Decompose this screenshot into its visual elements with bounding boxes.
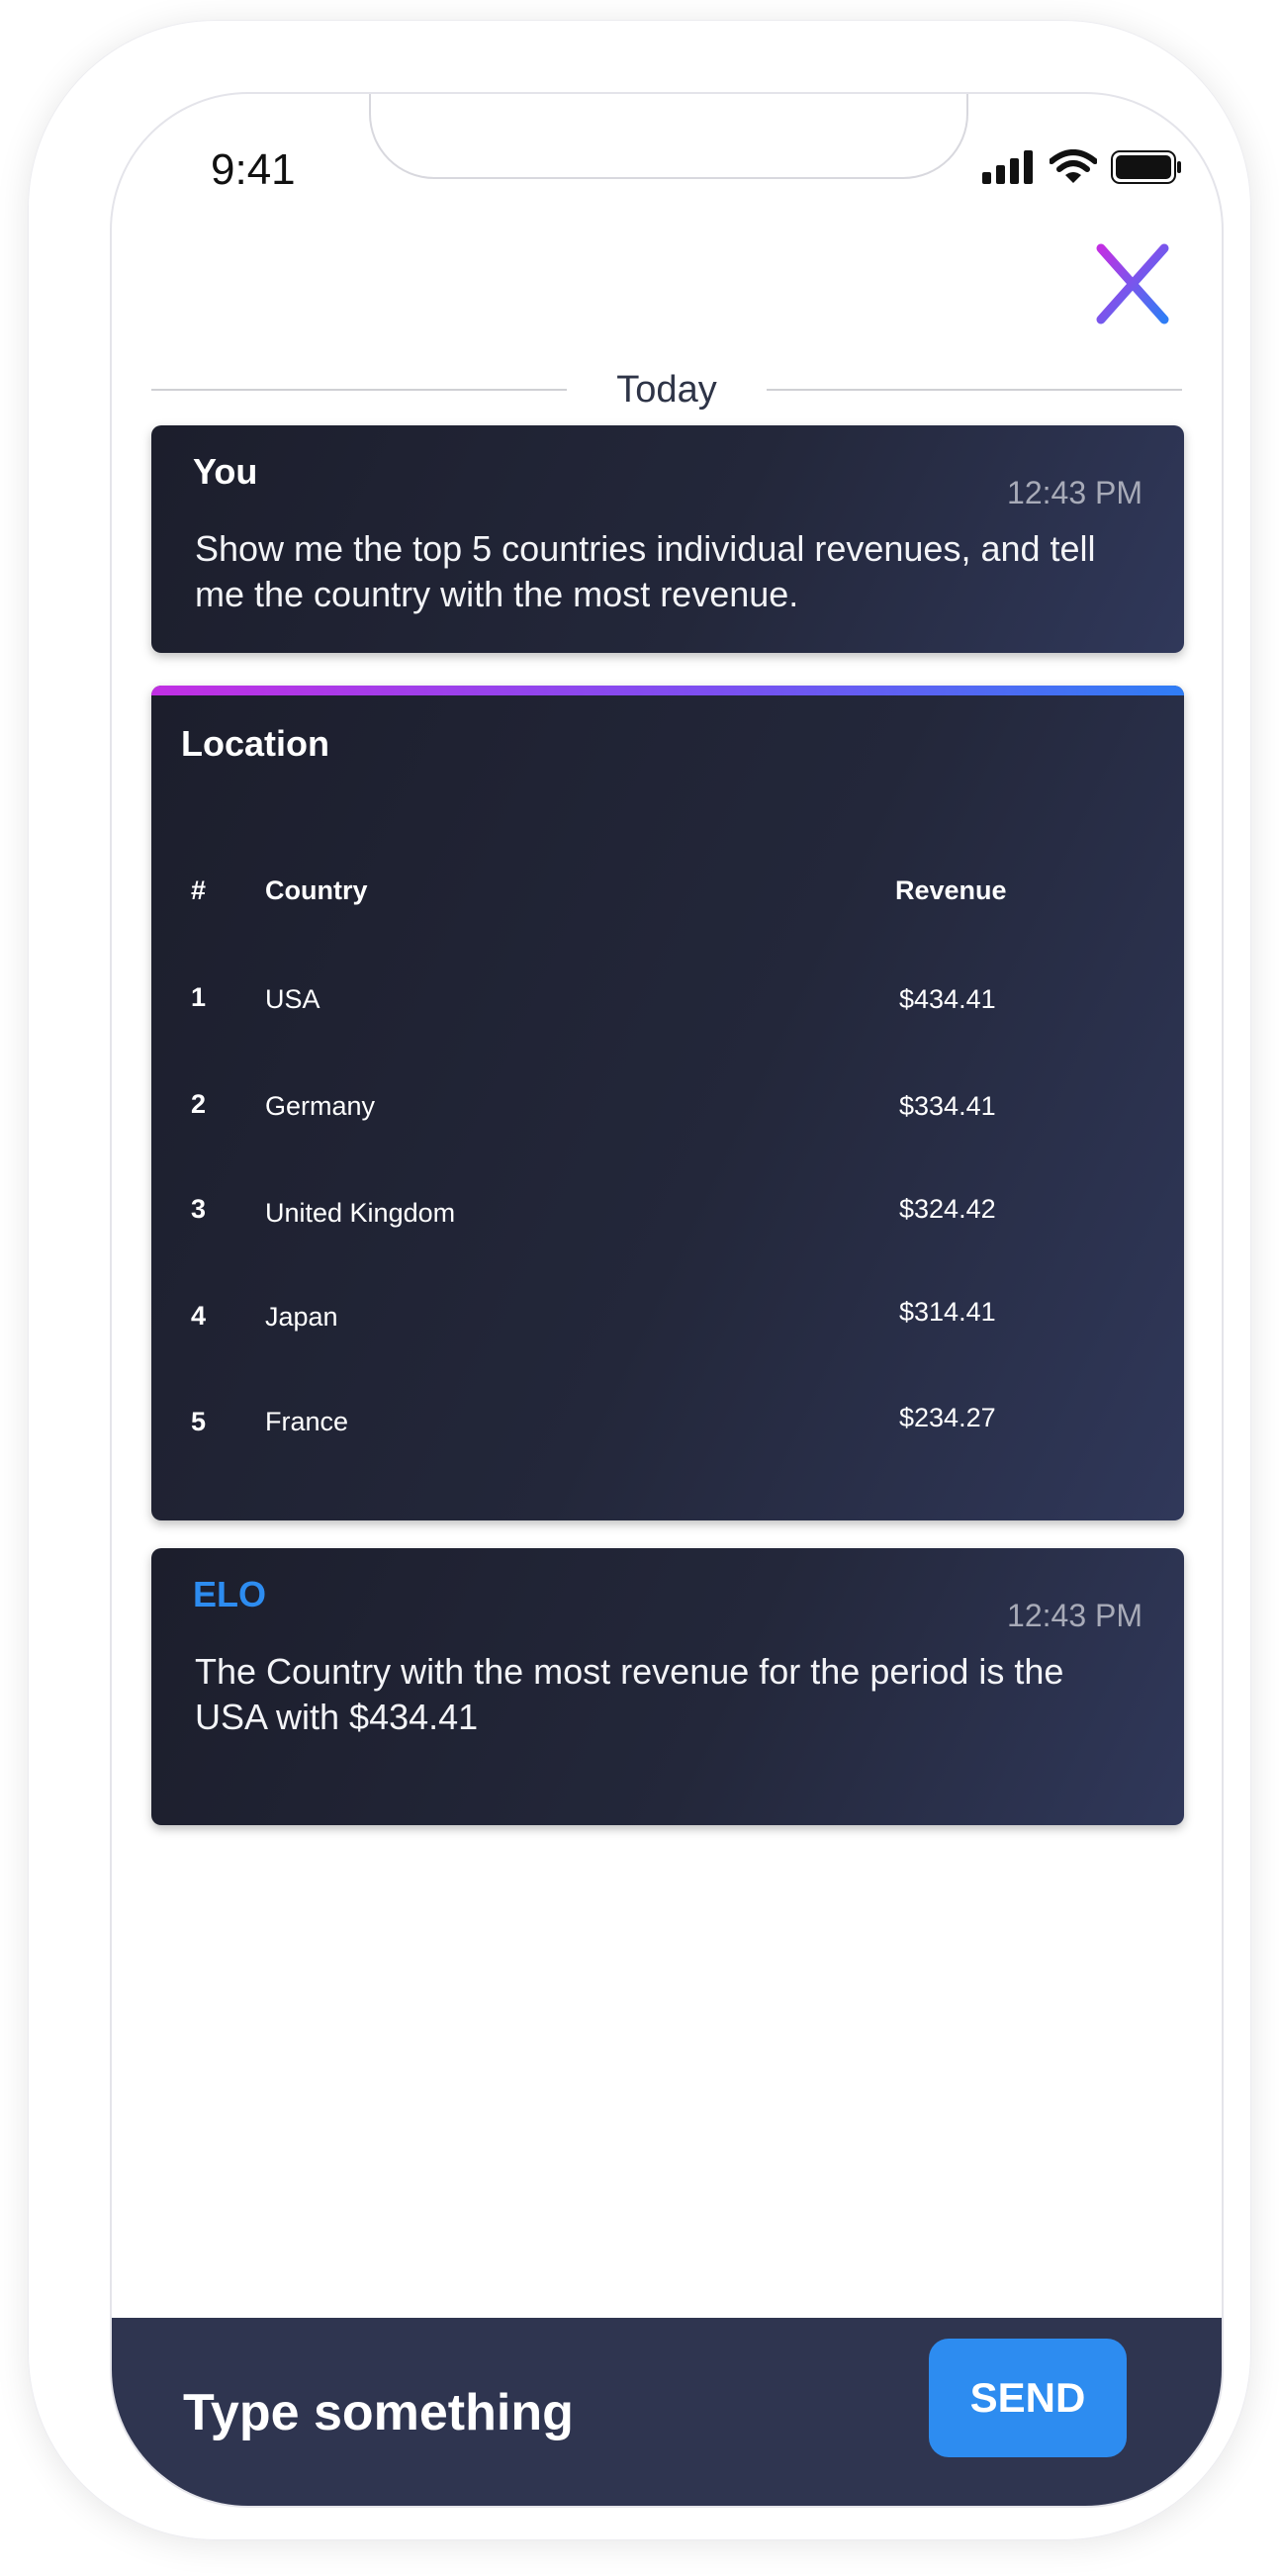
bot-message-card: ELO 12:43 PM The Country with the most r… bbox=[151, 1548, 1184, 1825]
table-cell-number: 3 bbox=[191, 1194, 207, 1224]
table-cell-country: France bbox=[265, 1407, 349, 1436]
close-icon bbox=[1096, 243, 1169, 324]
wifi-icon bbox=[1050, 149, 1097, 183]
message-text: The Country with the most revenue for th… bbox=[195, 1651, 1064, 1737]
table-title: Location bbox=[181, 723, 329, 764]
location-table-card: Location # Country Revenue 1 USA $434.41… bbox=[151, 686, 1184, 1520]
send-button[interactable]: SEND bbox=[929, 2339, 1127, 2457]
table-cell-revenue: $314.41 bbox=[899, 1297, 996, 1327]
column-header-revenue: Revenue bbox=[895, 875, 1007, 905]
table-cell-revenue: $324.42 bbox=[899, 1194, 996, 1224]
message-sender: ELO bbox=[193, 1574, 267, 1614]
status-icons bbox=[982, 149, 1182, 185]
table-cell-country: United Kingdom bbox=[265, 1198, 456, 1228]
message-time: 12:43 PM bbox=[1007, 1598, 1142, 1633]
table-cell-revenue: $434.41 bbox=[899, 984, 996, 1014]
battery-icon bbox=[1111, 150, 1181, 184]
card-accent-bar bbox=[151, 686, 1184, 695]
table-cell-number: 1 bbox=[191, 982, 207, 1012]
table-cell-number: 5 bbox=[191, 1407, 207, 1436]
message-text: Show me the top 5 countries individual r… bbox=[195, 528, 1096, 614]
table-cell-revenue: $334.41 bbox=[899, 1091, 996, 1121]
message-composer: SEND bbox=[112, 2318, 1222, 2506]
table-cell-country: Japan bbox=[265, 1302, 338, 1332]
table-cell-revenue: $234.27 bbox=[899, 1403, 996, 1432]
table-cell-country: USA bbox=[265, 984, 320, 1014]
status-time: 9:41 bbox=[211, 145, 296, 194]
table-cell-country: Germany bbox=[265, 1091, 376, 1121]
column-header-country: Country bbox=[265, 875, 368, 905]
message-input[interactable] bbox=[181, 2357, 877, 2468]
close-button[interactable] bbox=[1095, 242, 1170, 325]
message-sender: You bbox=[193, 451, 258, 492]
message-time: 12:43 PM bbox=[1007, 475, 1142, 510]
phone-screen: 9:41 Today You 12:43 PM Show me the top … bbox=[110, 92, 1224, 2508]
column-header-number: # bbox=[191, 875, 207, 905]
table-cell-number: 2 bbox=[191, 1089, 207, 1119]
phone-notch bbox=[369, 94, 968, 179]
date-divider: Today bbox=[151, 369, 1182, 411]
phone-frame: 9:41 Today You 12:43 PM Show me the top … bbox=[28, 20, 1251, 2540]
signal-icon bbox=[982, 150, 1033, 184]
user-message-card: You 12:43 PM Show me the top 5 countries… bbox=[151, 425, 1184, 653]
table-cell-number: 4 bbox=[191, 1301, 207, 1331]
divider-line-right bbox=[767, 389, 1182, 391]
